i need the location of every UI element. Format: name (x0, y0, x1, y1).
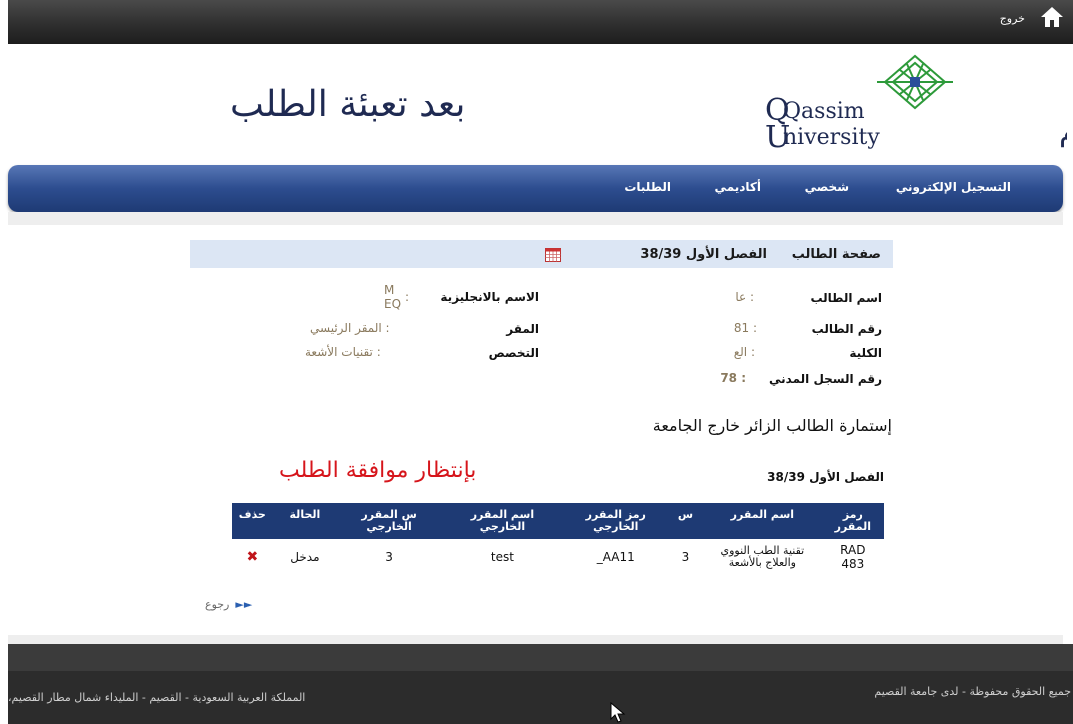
major-label: التخصص (488, 346, 539, 360)
major-value: : تقنيات الأشعة (305, 345, 381, 359)
table-header-row: رمز المقرر اسم المقرر س رمز المقرر الخار… (232, 503, 884, 539)
column-header: حذف (232, 503, 273, 539)
column-header: رمز المقرر (821, 503, 884, 539)
college-label: الكلية (849, 346, 882, 360)
semester-bar: صفحة الطالب الفصل الأول 38/39 (190, 240, 893, 268)
pending-approval-heading: بإنتظار موافقة الطلب (279, 458, 477, 483)
campus-label: المقر (506, 322, 539, 336)
back-label: رجوع (205, 598, 230, 611)
mouse-cursor-icon (610, 702, 626, 723)
footer-rights: جميع الحقوق محفوظة - لدى جامعة القصيم (874, 685, 1071, 698)
column-header: س المقرر الخارجي (337, 503, 442, 539)
english-name-label: الاسم بالانجليزية (440, 290, 539, 304)
delete-icon[interactable]: ✖ (246, 549, 258, 565)
column-header: الحالة (272, 503, 338, 539)
column-header: رمز المقرر الخارجي (563, 503, 668, 539)
qassim-university-logo: Q Qassim U niversity جامعة القصيم (765, 54, 1067, 155)
nav-item-academic[interactable]: أكاديمي (715, 180, 761, 194)
request-status: مدخل (290, 550, 320, 564)
double-arrow-icon: ►► (235, 598, 253, 611)
table-row: RAD 483 تقنية الطب النووي والعلاج بالأشع… (232, 539, 884, 575)
home-icon[interactable] (1039, 4, 1065, 30)
nav-item-e-registration[interactable]: التسجيل الإلكتروني (896, 180, 1011, 194)
back-link[interactable]: رجوع ►► (205, 598, 252, 611)
column-header: س (667, 503, 704, 539)
student-name-value: : عا (735, 290, 754, 304)
nav-item-requests[interactable]: الطلبات (624, 180, 671, 194)
footer: جميع الحقوق محفوظة - لدى جامعة القصيم ال… (8, 671, 1073, 724)
form-semester: الفصل الأول 38/39 (767, 470, 884, 484)
course-code: RAD 483 (840, 543, 866, 571)
student-page-title: صفحة الطالب (791, 247, 881, 262)
svg-text:Qassim: Qassim (783, 99, 865, 124)
column-header: اسم المقرر (703, 503, 822, 539)
svg-text:niversity: niversity (783, 125, 880, 150)
course-hours: 3 (681, 550, 690, 564)
column-header: اسم المقرر الخارجي (441, 503, 564, 539)
english-name-value-line2: EQ (384, 297, 402, 311)
courses-table: رمز المقرر اسم المقرر س رمز المقرر الخار… (232, 503, 884, 575)
svg-text:جامعة القصيم: جامعة القصيم (1059, 113, 1067, 148)
external-course-name: test (490, 550, 514, 564)
external-course-code: AA11_ (596, 550, 635, 564)
student-name-label: اسم الطالب (810, 291, 882, 305)
footer-divider (8, 644, 1073, 671)
student-id-value: : 81 (733, 321, 757, 335)
top-bar: خروج (8, 0, 1073, 44)
nav-item-personal[interactable]: شخصي (805, 180, 849, 194)
student-id-label: رقم الطالب (811, 322, 882, 336)
calendar-icon[interactable] (545, 248, 561, 262)
external-course-hours: 3 (385, 550, 393, 564)
college-value: : الع (733, 345, 755, 359)
main-nav: التسجيل الإلكتروني شخصي أكاديمي الطلبات (8, 165, 1063, 212)
page-header: بعد تعبئة الطلب Q Qassim U niversity جام… (8, 44, 1073, 166)
civil-id-label: رقم السجل المدني (769, 372, 882, 386)
english-name-colon: : (405, 290, 410, 304)
civil-id-value: : 78 (720, 371, 746, 385)
course-name: تقنية الطب النووي والعلاج بالأشعة (720, 544, 805, 569)
english-name-value-line1: M (384, 283, 395, 297)
visitor-form-title: إستمارة الطالب الزائر خارج الجامعة (652, 416, 892, 435)
current-semester: الفصل الأول 38/39 (640, 247, 767, 262)
page-heading: بعد تعبئة الطلب (230, 84, 466, 125)
footer-address: المملكة العربية السعودية - القصيم - المل… (8, 691, 306, 704)
campus-value: : المقر الرئيسي (310, 321, 390, 335)
logout-link[interactable]: خروج (1000, 12, 1025, 25)
